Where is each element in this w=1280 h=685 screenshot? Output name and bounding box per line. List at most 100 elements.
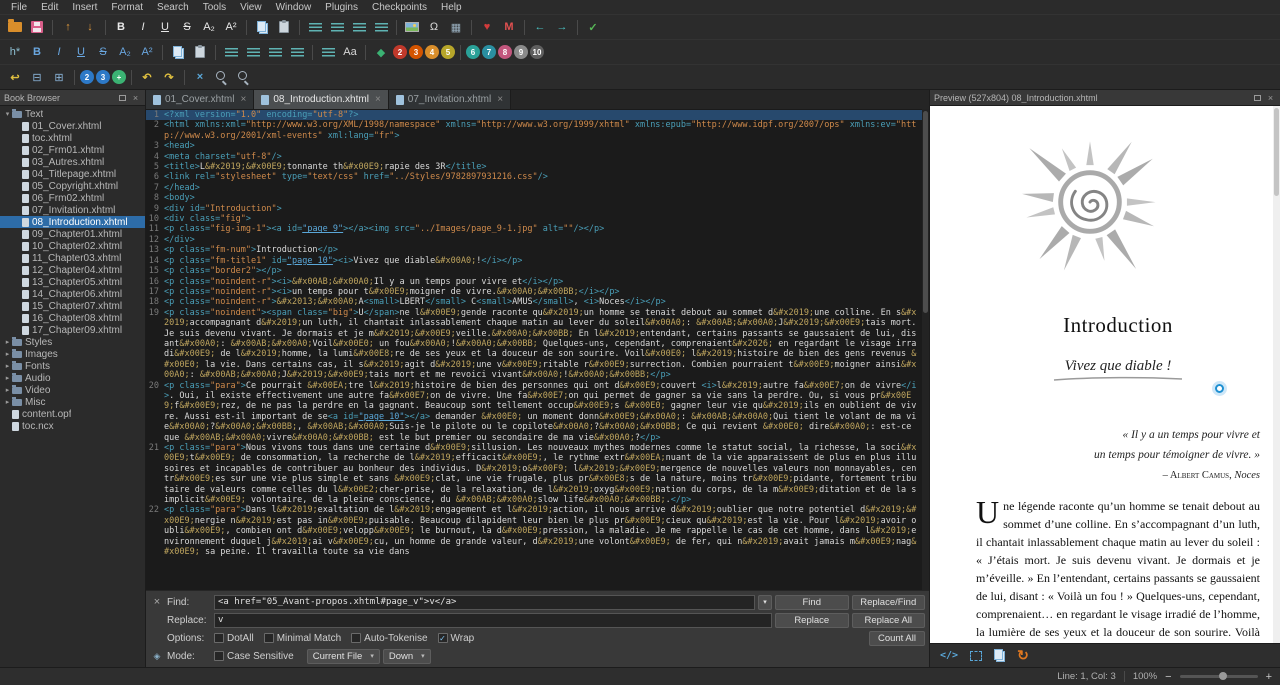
- tree-item-05-copyright-xhtml[interactable]: 05_Copyright.xhtml: [0, 180, 145, 192]
- direction-dropdown[interactable]: Down ▾: [382, 648, 431, 664]
- code-line[interactable]: 4 <meta charset="utf-8"/>: [146, 152, 922, 162]
- zoom-search-button[interactable]: [234, 68, 254, 87]
- editor-scrollbar[interactable]: [922, 109, 929, 590]
- text-direction-button[interactable]: [318, 43, 338, 62]
- insert-image-button[interactable]: [402, 18, 422, 37]
- view-3-button[interactable]: 3: [96, 70, 110, 84]
- menu-help[interactable]: Help: [434, 2, 469, 13]
- underline-button[interactable]: U: [155, 18, 175, 37]
- menu-insert[interactable]: Insert: [65, 2, 104, 13]
- tab-01-cover-xhtml[interactable]: 01_Cover.xhtml ×: [146, 90, 255, 109]
- code-line[interactable]: 20 <p class="para">Ce pourrait &#x00EA;tr…: [146, 381, 922, 443]
- find-replace-button[interactable]: [212, 68, 232, 87]
- add-file-button[interactable]: +: [112, 70, 126, 84]
- paste-button[interactable]: [274, 18, 294, 37]
- insert-table-button[interactable]: ▦: [446, 18, 466, 37]
- tree-expand-arrow[interactable]: ▸: [3, 338, 12, 346]
- undo-button[interactable]: ↶: [137, 68, 157, 87]
- tree-item-12-chapter04-xhtml[interactable]: 12_Chapter04.xhtml: [0, 264, 145, 276]
- menu-plugins[interactable]: Plugins: [318, 2, 365, 13]
- menu-edit[interactable]: Edit: [34, 2, 65, 13]
- undock-panel-icon[interactable]: [117, 92, 128, 103]
- plugin-3-button[interactable]: 3: [409, 45, 423, 59]
- merge-files-button[interactable]: ⊞: [49, 68, 69, 87]
- zoom-slider[interactable]: [1179, 672, 1258, 680]
- refresh-icon[interactable]: ↻: [1017, 647, 1029, 664]
- donate-heart-button[interactable]: ♥: [477, 18, 497, 37]
- tree-item-toc-xhtml[interactable]: toc.xhtml: [0, 132, 145, 144]
- tree-expand-arrow[interactable]: ▾: [3, 110, 12, 118]
- tab-08-introduction-xhtml[interactable]: 08_Introduction.xhtml ×: [254, 90, 389, 109]
- code-line[interactable]: 13 <p class="fm-num">Introduction</p>: [146, 245, 922, 255]
- tree-item-07-invitation-xhtml[interactable]: 07_Invitation.xhtml: [0, 204, 145, 216]
- checkbox[interactable]: [351, 633, 362, 643]
- close-panel-icon[interactable]: ×: [130, 92, 141, 103]
- count-all-button[interactable]: Count All: [868, 630, 925, 646]
- plugin-6-button[interactable]: 6: [466, 45, 480, 59]
- tree-item-03-autres-xhtml[interactable]: 03_Autres.xhtml: [0, 156, 145, 168]
- tree-item-misc[interactable]: ▸ Misc: [0, 396, 145, 408]
- copy-alt-button[interactable]: [168, 43, 188, 62]
- menu-view[interactable]: View: [233, 2, 269, 13]
- bold-button[interactable]: B: [111, 18, 131, 37]
- align-center-button[interactable]: [327, 18, 347, 37]
- tree-item-content-opf[interactable]: content.opf: [0, 408, 145, 420]
- redo-button[interactable]: ↷: [159, 68, 179, 87]
- tree-item-13-chapter05-xhtml[interactable]: 13_Chapter05.xhtml: [0, 276, 145, 288]
- tree-item-17-chapter09-xhtml[interactable]: 17_Chapter09.xhtml: [0, 324, 145, 336]
- replace-button[interactable]: Replace: [775, 612, 849, 628]
- menu-search[interactable]: Search: [150, 2, 196, 13]
- superscript-alt-button[interactable]: A²: [137, 43, 157, 62]
- inspect-code-icon[interactable]: </>: [940, 650, 958, 661]
- tree-item-audio[interactable]: ▸ Audio: [0, 372, 145, 384]
- tab-close-icon[interactable]: ×: [375, 94, 381, 105]
- code-line[interactable]: 17 <p class="noindent-r"><i>un temps pour…: [146, 287, 922, 297]
- move-up-button[interactable]: ↑: [58, 18, 78, 37]
- list-numbered-button[interactable]: [287, 43, 307, 62]
- preview-scrollbar[interactable]: [1273, 106, 1280, 643]
- tree-item-video[interactable]: ▸ Video: [0, 384, 145, 396]
- checkbox[interactable]: [214, 633, 224, 643]
- close-preview-icon[interactable]: ×: [1265, 92, 1276, 103]
- code-line[interactable]: 1 <?xml version="1.0" encoding="utf-8"?>: [146, 110, 922, 121]
- select-element-icon[interactable]: [970, 650, 983, 661]
- tree-item-fonts[interactable]: ▸ Fonts: [0, 360, 145, 372]
- bold-alt-button[interactable]: B: [27, 43, 47, 62]
- insert-break-button[interactable]: ↩: [5, 68, 25, 87]
- heading-style-button[interactable]: h*: [5, 43, 25, 62]
- tab-close-icon[interactable]: ×: [240, 94, 246, 105]
- option-case-sensitive[interactable]: Case Sensitive: [214, 651, 294, 662]
- code-line[interactable]: 16 <p class="noindent-r"><i>&#x00AB;&#x00…: [146, 277, 922, 287]
- forward-button[interactable]: →: [552, 18, 572, 37]
- code-line[interactable]: 15 <p class="border2"></p>: [146, 266, 922, 276]
- view-2-button[interactable]: 2: [80, 70, 94, 84]
- scope-dropdown[interactable]: Current File ▾: [306, 648, 380, 664]
- zoom-in-icon[interactable]: +: [1266, 671, 1272, 683]
- tree-expand-arrow[interactable]: ▸: [3, 374, 12, 382]
- split-at-cursor-button[interactable]: ⊟: [27, 68, 47, 87]
- code-line[interactable]: 3 <head>: [146, 141, 922, 151]
- code-line[interactable]: 22 <p class="para">Dans l&#x2019;exaltati…: [146, 505, 922, 557]
- tree-item-16-chapter08-xhtml[interactable]: 16_Chapter08.xhtml: [0, 312, 145, 324]
- option-dotall[interactable]: DotAll: [214, 633, 254, 644]
- tree-item-08-introduction-xhtml[interactable]: 08_Introduction.xhtml: [0, 216, 145, 228]
- special-character-button[interactable]: Ω: [424, 18, 444, 37]
- menu-file[interactable]: File: [4, 2, 34, 13]
- tree-item-styles[interactable]: ▸ Styles: [0, 336, 145, 348]
- code-line[interactable]: 8 <body>: [146, 193, 922, 203]
- code-line[interactable]: 14 <p class="fm-title1" id="page_10"><i>V…: [146, 256, 922, 266]
- replace-input[interactable]: v: [214, 612, 772, 628]
- strikethrough-button[interactable]: S: [177, 18, 197, 37]
- replace-all-button[interactable]: Replace All: [851, 612, 925, 628]
- tree-item-06-frm02-xhtml[interactable]: 06_Frm02.xhtml: [0, 192, 145, 204]
- subscript-alt-button[interactable]: A₂: [115, 43, 135, 62]
- subscript-button[interactable]: A₂: [199, 18, 219, 37]
- option-wrap[interactable]: ✓ Wrap: [437, 633, 474, 644]
- well-formed-check-button[interactable]: ◆: [371, 43, 391, 62]
- plugin-4-button[interactable]: 4: [425, 45, 439, 59]
- code-line[interactable]: 9 <div id="Introduction">: [146, 204, 922, 214]
- checkbox[interactable]: [263, 633, 274, 643]
- tree-expand-arrow[interactable]: ▸: [3, 362, 12, 370]
- tree-expand-arrow[interactable]: ▸: [3, 386, 12, 394]
- save-button[interactable]: [27, 18, 47, 37]
